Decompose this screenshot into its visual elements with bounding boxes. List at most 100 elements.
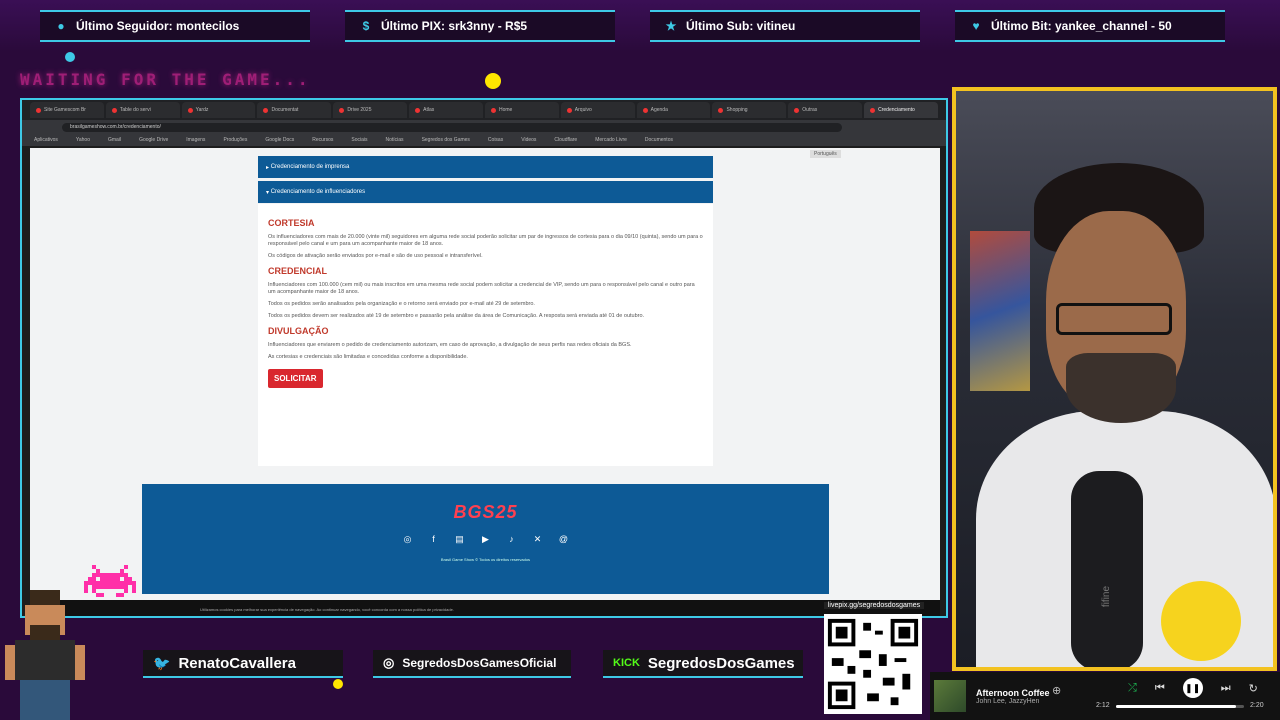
- cookie-banner: Utilizamos cookies para melhorar sua exp…: [30, 600, 940, 616]
- browser-window: Site Gamescom Br Table do servi Yardz Do…: [20, 98, 948, 618]
- bookmark[interactable]: Coisas: [488, 137, 503, 143]
- facebook-icon[interactable]: f: [428, 533, 440, 545]
- footer-copyright: Brasil Game Show © Todos os direitos res…: [440, 557, 531, 562]
- bookmark[interactable]: Videos: [521, 137, 536, 143]
- instagram-icon[interactable]: ◎: [402, 533, 414, 545]
- bookmark[interactable]: Produções: [223, 137, 247, 143]
- bookmark[interactable]: Segredos dos Games: [422, 137, 470, 143]
- previous-icon[interactable]: ⏮: [1155, 682, 1165, 695]
- footer-socials: ◎ f ▤ ▶ ♪ ✕ @: [402, 533, 570, 545]
- elapsed-time: 2:12: [1096, 702, 1110, 709]
- accordion-press[interactable]: ▸ Credenciamento de imprensa: [258, 156, 713, 178]
- browser-tab[interactable]: Agenda: [636, 102, 711, 118]
- alert-bit-label: Último Bit: yankee_channel - 50: [991, 19, 1172, 33]
- alert-pix-label: Último PIX: srk3nny - R$5: [381, 19, 528, 33]
- browser-tab[interactable]: Drive 2025: [333, 102, 408, 118]
- accordion: ▸ Credenciamento de imprensa ▾ Credencia…: [258, 156, 713, 206]
- bookmark[interactable]: Gmail: [108, 137, 121, 143]
- browser-tab[interactable]: Atlas: [409, 102, 483, 118]
- section-title: CORTESIA: [268, 218, 315, 228]
- address-bar: brasilgameshow.com.br/credenciamento/: [22, 120, 946, 134]
- qr-caption: livepix.gg/segredosdosgames: [824, 602, 924, 609]
- bookmark[interactable]: Recursos: [312, 137, 333, 143]
- webcam-feed: fifine: [952, 87, 1277, 671]
- instagram-handle: SegredosDosGamesOficial: [402, 656, 557, 670]
- mic-brand: fifine: [1101, 585, 1113, 608]
- tiktok-icon[interactable]: ♪: [506, 533, 518, 545]
- favicon-icon: [187, 107, 193, 113]
- bookmark[interactable]: Google Drive: [139, 137, 168, 143]
- language-select[interactable]: Português: [810, 150, 841, 158]
- tab-label: Arquivo: [574, 107, 592, 113]
- waiting-text: WAITING FOR THE GAME...: [20, 70, 311, 89]
- pacman-decor: [1161, 581, 1241, 661]
- progress-bar[interactable]: [1116, 705, 1244, 708]
- tab-label: Documentat: [271, 107, 299, 113]
- browser-tab-active[interactable]: Credenciamento: [864, 102, 938, 118]
- person-glasses: [1056, 303, 1172, 335]
- bookmark[interactable]: Google Docs: [265, 137, 294, 143]
- bookmark[interactable]: Mercado Livre: [595, 137, 627, 143]
- tab-strip: Site Gamescom Br Table do servi Yardz Do…: [22, 100, 946, 120]
- browser-tab[interactable]: Outras: [788, 102, 863, 118]
- browser-tab[interactable]: Yardz: [181, 102, 256, 118]
- browser-tab[interactable]: Site Gamescom Br: [30, 102, 104, 118]
- favicon-icon: [642, 107, 648, 113]
- next-icon[interactable]: ⏭: [1221, 682, 1231, 695]
- pause-button[interactable]: ❚❚: [1182, 678, 1203, 698]
- alert-sub: ★ Último Sub: vitineu: [650, 10, 920, 42]
- youtube-icon[interactable]: ▶: [480, 533, 492, 545]
- favicon-icon: [263, 107, 269, 113]
- qr-code-icon: [824, 614, 922, 714]
- favicon-icon: [718, 107, 724, 113]
- kick-handle: SegredosDosGames: [647, 654, 795, 672]
- favicon-icon: [870, 107, 876, 113]
- bookmark[interactable]: Yahoo: [76, 137, 90, 143]
- section-paragraph: Influenciadores que enviarem o pedido de…: [268, 342, 632, 348]
- section-paragraph: Os influenciadores com mais de 20.000 (v…: [268, 234, 703, 247]
- browser-tab[interactable]: Documentat: [257, 102, 332, 118]
- instagram-icon: ◎: [383, 655, 395, 670]
- section-title: DIVULGAÇÃO: [268, 326, 329, 336]
- x-icon[interactable]: ✕: [532, 533, 544, 545]
- threads-icon[interactable]: @: [558, 533, 570, 545]
- request-button[interactable]: SOLICITAR: [268, 369, 323, 388]
- repeat-icon[interactable]: ↻: [1249, 682, 1258, 695]
- tab-label: Home: [498, 107, 513, 113]
- bookmark[interactable]: Cloudflare: [554, 137, 577, 143]
- url-field[interactable]: brasilgameshow.com.br/credenciamento/: [62, 122, 842, 132]
- music-player: Afternoon Coffee John Lee, JazzyHen ⊕ ⤮ …: [930, 672, 1280, 720]
- browser-tab[interactable]: Table do servi: [105, 102, 180, 118]
- accordion-content: CORTESIA Os influenciadores com mais de …: [258, 204, 713, 466]
- bgs-logo: BGS25: [453, 502, 518, 522]
- section-title: CREDENCIAL: [268, 266, 328, 276]
- twitter-badge: 🐦 RenatoCavallera: [143, 650, 343, 678]
- accordion-label: Credenciamento de imprensa: [270, 164, 350, 170]
- bookmark[interactable]: Imagens: [186, 137, 205, 143]
- bookmark[interactable]: Notícias: [386, 137, 404, 143]
- browser-tab[interactable]: Home: [484, 102, 559, 118]
- player-controls: ⤮ ⏮ ❚❚ ⏭ ↻: [1128, 678, 1258, 698]
- twitch-icon[interactable]: ▤: [454, 533, 466, 545]
- favicon-icon: [490, 107, 496, 113]
- browser-tab[interactable]: Shopping: [712, 102, 787, 118]
- browser-tab[interactable]: Arquivo: [560, 102, 635, 118]
- instagram-badge: ◎ SegredosDosGamesOficial: [373, 650, 571, 678]
- bookmark[interactable]: Documentos: [645, 137, 673, 143]
- tab-label: Credenciamento: [878, 107, 915, 113]
- add-icon[interactable]: ⊕: [1052, 684, 1061, 697]
- section-paragraph: Os códigos de ativação serão enviados po…: [268, 253, 483, 259]
- shuffle-icon[interactable]: ⤮: [1128, 682, 1137, 695]
- tab-label: Site Gamescom Br: [44, 107, 86, 113]
- dollar-icon: $: [362, 19, 370, 33]
- section-paragraph: Todos os pedidos serão analisados pela o…: [268, 301, 535, 307]
- bookmark[interactable]: Aplicativos: [34, 137, 58, 143]
- bookmarks-bar: Aplicativos Yahoo Gmail Google Drive Ima…: [22, 134, 946, 146]
- bookmark[interactable]: Sociais: [351, 137, 367, 143]
- track-info: Afternoon Coffee John Lee, JazzyHen: [976, 688, 1056, 705]
- twitter-icon: 🐦: [153, 654, 171, 671]
- album-art: [934, 680, 966, 712]
- decor-dot: [485, 73, 501, 89]
- track-artist: John Lee, JazzyHen: [976, 697, 1040, 705]
- accordion-influencers[interactable]: ▾ Credenciamento de influenciadores: [258, 181, 713, 203]
